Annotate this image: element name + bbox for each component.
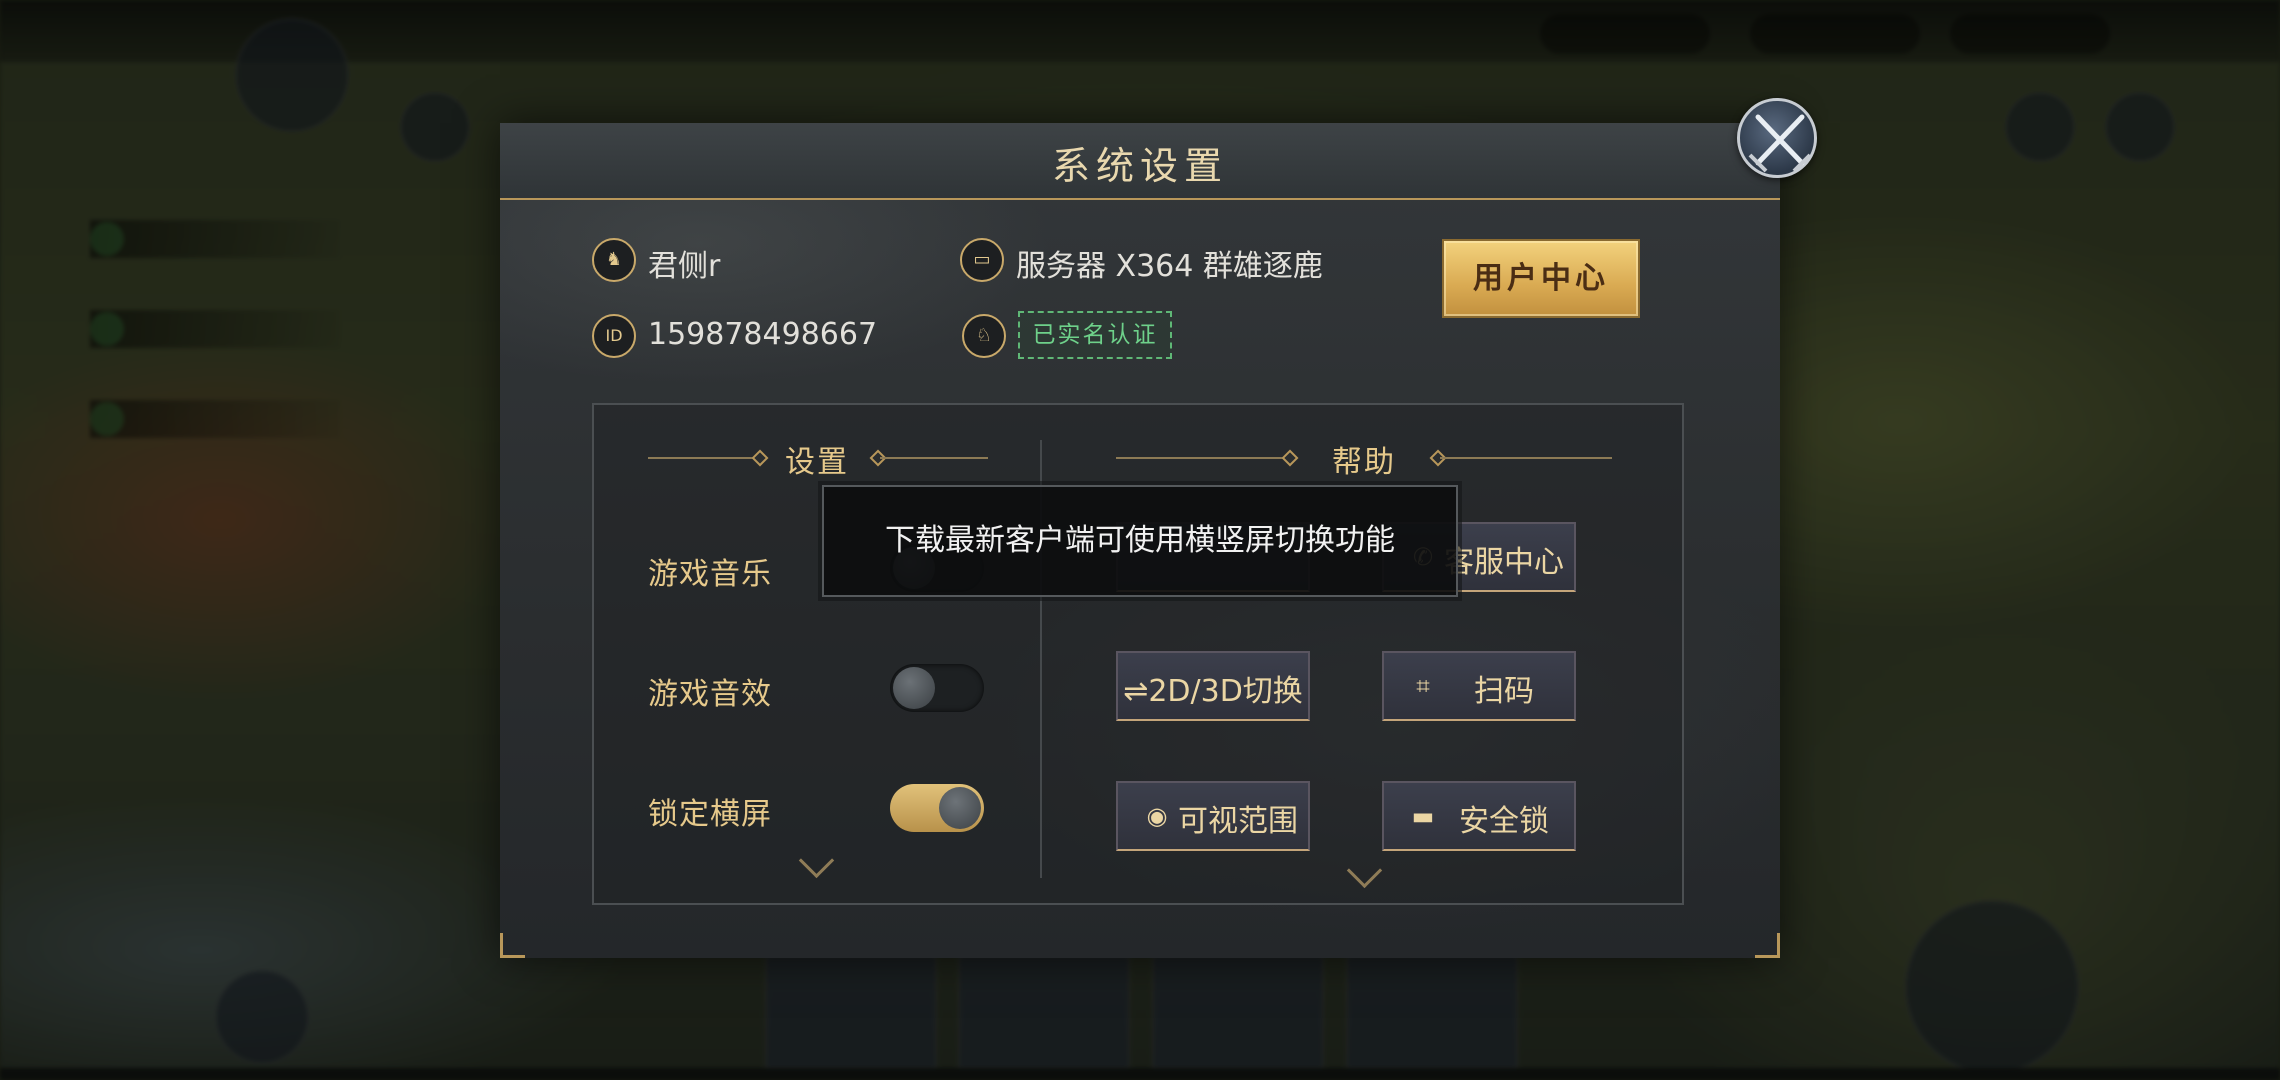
setting-label-sfx: 游戏音效 — [648, 677, 772, 712]
crossed-swords-icon — [1748, 114, 1812, 173]
dialog-header: 系统设置 — [500, 123, 1780, 200]
button-label: 可视范围 — [1178, 804, 1298, 839]
lock-landscape-toggle[interactable] — [890, 784, 984, 832]
settings-section-title: 设置 — [785, 445, 849, 480]
dialog-title: 系统设置 — [1051, 144, 1228, 188]
user-id: 159878498667 — [648, 317, 878, 352]
button-label: 安全锁 — [1459, 804, 1549, 839]
section-line — [1440, 457, 1612, 459]
security-lock-button[interactable]: ▬ 安全锁 — [1382, 781, 1576, 851]
setting-label-lock-landscape: 锁定横屏 — [648, 797, 772, 832]
sfx-toggle[interactable] — [890, 664, 984, 712]
help-section-title: 帮助 — [1332, 445, 1396, 480]
user-icon: ♞ — [592, 238, 636, 282]
corner-ornament — [1755, 933, 1780, 958]
section-line — [648, 457, 758, 459]
user-name: 君侧r — [648, 249, 721, 284]
corner-ornament — [500, 933, 525, 958]
toggle-knob — [939, 787, 981, 829]
section-line — [880, 457, 988, 459]
scan-button[interactable]: ⌗ 扫码 — [1382, 651, 1576, 721]
verified-badge: 已实名认证 — [1018, 311, 1172, 359]
close-button[interactable] — [1737, 98, 1817, 178]
section-line — [1116, 457, 1286, 459]
toast-message: 下载最新客户端可使用横竖屏切换功能 — [822, 485, 1458, 597]
eye-icon: ◉ — [1146, 802, 1168, 830]
toggle-knob — [893, 667, 935, 709]
view-switch-button[interactable]: ⇌2D/3D切换 — [1116, 651, 1310, 721]
view-range-button[interactable]: ◉ 可视范围 — [1116, 781, 1310, 851]
button-label: ⇌2D/3D切换 — [1123, 674, 1303, 709]
lock-icon: ▬ — [1411, 802, 1435, 830]
user-center-button[interactable]: 用户中心 — [1442, 239, 1640, 318]
id-icon: ID — [592, 314, 636, 358]
server-icon: ▭ — [960, 238, 1004, 282]
button-label: 扫码 — [1474, 674, 1534, 709]
scan-icon: ⌗ — [1416, 672, 1430, 700]
button-label: 客服中心 — [1444, 545, 1564, 580]
verification-icon: ♘ — [962, 314, 1006, 358]
server-name: 服务器 X364 群雄逐鹿 — [1016, 249, 1323, 284]
setting-label-music: 游戏音乐 — [648, 557, 772, 592]
